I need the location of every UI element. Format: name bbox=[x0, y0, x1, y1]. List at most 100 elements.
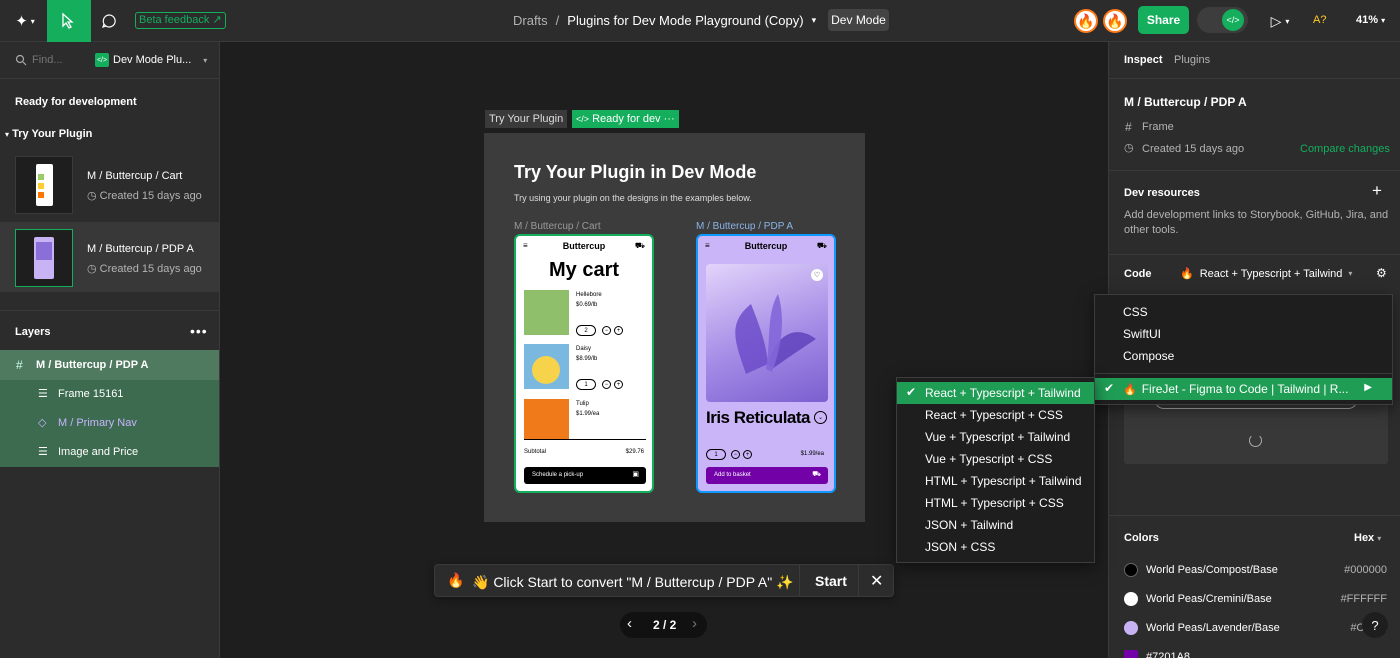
qty-box[interactable]: 2 bbox=[576, 325, 596, 336]
frame-item-cart[interactable]: M / Buttercup / Cart ◷ Created 15 days a… bbox=[0, 150, 219, 221]
ready-heading: Ready for development bbox=[15, 96, 137, 108]
help-button[interactable]: ? bbox=[1362, 612, 1388, 638]
qty-box[interactable]: 1 bbox=[706, 449, 726, 460]
canvas[interactable]: Try Your Plugin </> Ready for dev ··· Tr… bbox=[221, 42, 1108, 658]
dev-resources-heading: Dev resources bbox=[1124, 187, 1200, 199]
board[interactable]: Try Your Plugin in Dev Mode Try using yo… bbox=[484, 133, 865, 522]
loading-spinner-icon bbox=[1249, 434, 1262, 447]
start-button[interactable]: Start bbox=[815, 573, 847, 589]
frame-item-pdp[interactable]: M / Buttercup / PDP A ◷ Created 15 days … bbox=[0, 222, 219, 292]
top-bar: ✦ ▾ Beta feedback ↗ Drafts / Plugins for … bbox=[0, 0, 1400, 42]
menu-item-firejet[interactable]: ✔ 🔥 FireJet - Figma to Code | Tailwind |… bbox=[1095, 378, 1392, 400]
plus-icon[interactable]: + bbox=[614, 380, 623, 389]
color-name: World Peas/Cremini/Base bbox=[1146, 593, 1272, 605]
pickup-button[interactable]: Schedule a pick-up ▣ bbox=[524, 467, 646, 484]
move-tool-button[interactable] bbox=[47, 0, 91, 42]
color-swatch bbox=[1124, 650, 1138, 658]
settings-icon[interactable]: ⚙ bbox=[1376, 266, 1387, 280]
avatar[interactable]: 🔥 bbox=[1103, 9, 1127, 33]
add-basket-label: Add to basket bbox=[714, 472, 751, 478]
chevron-down-icon[interactable]: ⌄ bbox=[814, 411, 827, 424]
code-select-value: React + Typescript + Tailwind bbox=[1199, 267, 1343, 280]
prev-icon[interactable]: ‹ bbox=[627, 615, 632, 632]
share-button[interactable]: Share bbox=[1138, 6, 1189, 34]
submenu-item[interactable]: HTML + Typescript + Tailwind bbox=[897, 470, 1094, 492]
compare-changes-link[interactable]: Compare changes bbox=[1300, 143, 1390, 155]
frame-name: M / Buttercup / Cart bbox=[87, 170, 183, 182]
file-title[interactable]: Plugins for Dev Mode Playground (Copy) bbox=[567, 13, 803, 28]
cart-phone[interactable]: ≡ Buttercup ⛟ My cart Hellebore $0.69/lb… bbox=[514, 234, 654, 493]
frame-meta: ◷ Created 15 days ago bbox=[87, 189, 202, 202]
menu-item-swiftui[interactable]: SwiftUI bbox=[1095, 323, 1392, 345]
add-to-basket-button[interactable]: Add to basket ⛟ bbox=[706, 467, 828, 484]
item-name: Tulip bbox=[576, 401, 589, 407]
submenu-item[interactable]: HTML + Typescript + CSS bbox=[897, 492, 1094, 514]
minus-icon[interactable]: − bbox=[602, 380, 611, 389]
pdp-phone[interactable]: ≡ Buttercup ⛟ ♡ Iris Reticulata ⌄ 1 − + … bbox=[696, 234, 836, 493]
section-try-your-plugin[interactable]: ▾ Try Your Plugin bbox=[5, 128, 92, 140]
page-select[interactable]: </> Dev Mode Plu... ▾ bbox=[95, 53, 207, 67]
favorite-icon[interactable]: ♡ bbox=[811, 269, 823, 281]
layer-row[interactable]: ◇ M / Primary Nav bbox=[0, 409, 219, 438]
pdp-price: $1.99/ea bbox=[800, 451, 824, 457]
chevron-down-icon[interactable]: ▾ bbox=[812, 15, 817, 28]
component-icon: ◇ bbox=[38, 417, 47, 429]
submenu-item[interactable]: Vue + Typescript + Tailwind bbox=[897, 426, 1094, 448]
plus-icon[interactable]: + bbox=[1372, 181, 1382, 201]
figma-menu-icon[interactable]: ✦ ▾ bbox=[8, 10, 42, 32]
qty-box[interactable]: 1 bbox=[576, 379, 596, 390]
code-select[interactable]: 🔥 React + Typescript + Tailwind ▾ bbox=[1180, 267, 1353, 281]
more-icon: ··· bbox=[663, 113, 675, 125]
item-name: Daisy bbox=[576, 346, 592, 352]
submenu-item[interactable]: React + Typescript + CSS bbox=[897, 404, 1094, 426]
close-icon[interactable]: ✕ bbox=[870, 571, 883, 591]
search-input[interactable] bbox=[32, 51, 87, 69]
present-button[interactable]: ▷ ▾ bbox=[1265, 11, 1295, 31]
chevron-down-icon: ▾ bbox=[1348, 269, 1353, 278]
menu-item-compose[interactable]: Compose bbox=[1095, 345, 1392, 367]
submenu-label: React + Typescript + Tailwind bbox=[925, 386, 1081, 400]
created-date: Created 15 days ago bbox=[1142, 143, 1245, 155]
color-row[interactable]: World Peas/Compost/Base #000000 bbox=[1124, 562, 1389, 580]
submenu-item[interactable]: JSON + Tailwind bbox=[897, 514, 1094, 536]
minus-icon[interactable]: − bbox=[602, 326, 611, 335]
color-name: World Peas/Compost/Base bbox=[1146, 564, 1278, 576]
plus-icon[interactable]: + bbox=[743, 450, 752, 459]
layer-row[interactable]: ☰ Image and Price bbox=[0, 438, 219, 467]
code-language-menu: CSS SwiftUI Compose ✔ 🔥 FireJet - Figma … bbox=[1094, 294, 1393, 405]
chevron-down-icon: ▾ bbox=[1381, 16, 1386, 25]
dev-mode-toggle[interactable]: </> bbox=[1197, 7, 1248, 33]
subtotal-value: $29.76 bbox=[625, 449, 644, 455]
layers-more-icon[interactable]: ••• bbox=[190, 323, 208, 339]
color-row[interactable]: #7201A8 bbox=[1124, 649, 1389, 658]
submenu-item[interactable]: Vue + Typescript + CSS bbox=[897, 448, 1094, 470]
color-row[interactable]: World Peas/Cremini/Base #FFFFFF bbox=[1124, 591, 1389, 609]
color-name: World Peas/Lavender/Base bbox=[1146, 622, 1280, 634]
comment-tool-button[interactable] bbox=[98, 10, 120, 32]
submenu-item[interactable]: ✔ React + Typescript + Tailwind bbox=[897, 382, 1094, 404]
ready-for-dev-tag[interactable]: </> Ready for dev ··· bbox=[572, 110, 679, 128]
color-format-select[interactable]: Hex ▾ bbox=[1354, 532, 1381, 544]
submenu-item[interactable]: JSON + CSS bbox=[897, 536, 1094, 558]
avatar[interactable]: 🔥 bbox=[1074, 9, 1098, 33]
item-price: $0.69/lb bbox=[576, 302, 598, 308]
tab-inspect[interactable]: Inspect bbox=[1124, 54, 1163, 66]
a-question-button[interactable]: A? bbox=[1313, 14, 1326, 26]
tab-plugins[interactable]: Plugins bbox=[1174, 54, 1210, 66]
chevron-down-icon: ▾ bbox=[203, 55, 208, 65]
next-icon[interactable]: › bbox=[692, 615, 697, 632]
layer-row[interactable]: # M / Buttercup / PDP A bbox=[0, 350, 219, 380]
menu-item-css[interactable]: CSS bbox=[1095, 301, 1392, 323]
zoom-level[interactable]: 41% ▾ bbox=[1356, 14, 1385, 26]
color-hex: #7201A8 bbox=[1146, 651, 1191, 658]
board-title: Try Your Plugin in Dev Mode bbox=[514, 162, 757, 182]
minus-icon[interactable]: − bbox=[731, 450, 740, 459]
text-icon: ☰ bbox=[38, 388, 48, 400]
frame-tag-try[interactable]: Try Your Plugin bbox=[485, 110, 568, 128]
color-row[interactable]: World Peas/Lavender/Base #C...FA bbox=[1124, 620, 1389, 638]
basket-icon: ⛟ bbox=[812, 471, 821, 478]
layer-row[interactable]: ☰ Frame 15161 bbox=[0, 380, 219, 409]
plus-icon[interactable]: + bbox=[614, 326, 623, 335]
beta-feedback-link[interactable]: Beta feedback ↗ bbox=[135, 12, 226, 29]
breadcrumb-drafts[interactable]: Drafts bbox=[513, 13, 548, 28]
